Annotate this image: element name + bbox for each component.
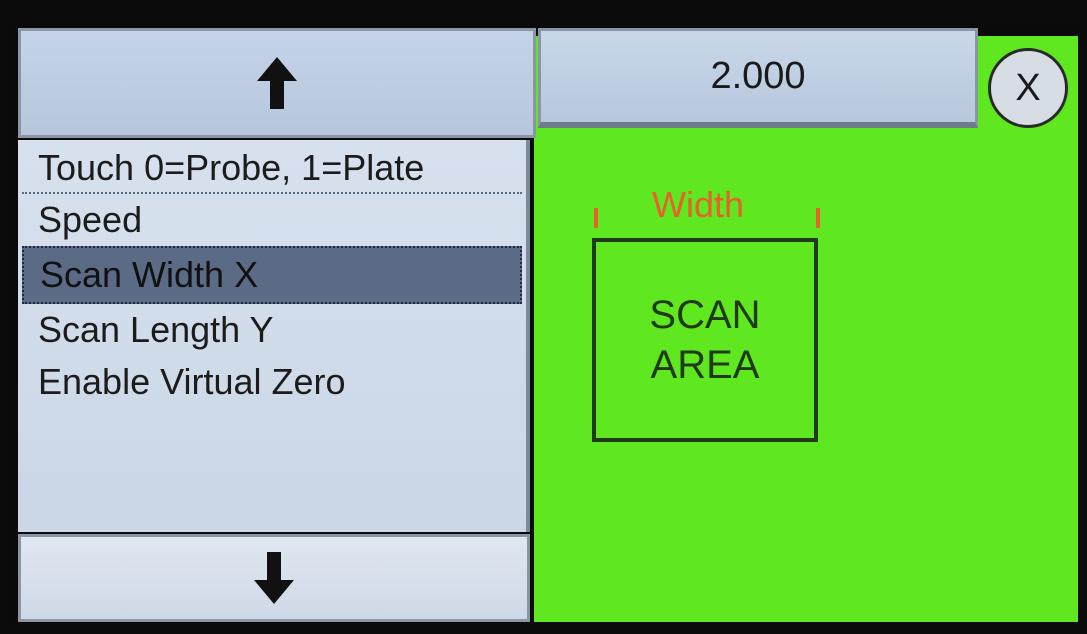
menu-item-enable-virtual-zero[interactable]: Enable Virtual Zero	[22, 356, 522, 408]
menu-item-scan-length-y[interactable]: Scan Length Y	[22, 304, 522, 356]
arrow-down-icon	[254, 552, 294, 604]
touch-screen: 2.000 X Touch 0=Probe, 1=Plate Speed Sca…	[10, 22, 1078, 622]
menu-item-speed[interactable]: Speed	[22, 194, 522, 246]
scroll-up-button[interactable]	[18, 28, 536, 138]
close-icon: X	[1015, 66, 1041, 109]
scan-area-box: SCAN AREA	[592, 238, 818, 442]
scan-area-line1: SCAN	[649, 293, 761, 337]
close-button[interactable]: X	[988, 48, 1068, 128]
value-text: 2.000	[710, 55, 806, 97]
width-label: Width	[651, 184, 745, 225]
menu-item-scan-width-x[interactable]: Scan Width X	[22, 246, 522, 304]
width-tick-left	[594, 208, 598, 228]
arrow-up-icon	[257, 57, 297, 109]
settings-menu: Touch 0=Probe, 1=Plate Speed Scan Width …	[18, 140, 530, 532]
menu-item-touch[interactable]: Touch 0=Probe, 1=Plate	[22, 144, 522, 194]
scan-area-line2: AREA	[650, 343, 760, 387]
scroll-down-button[interactable]	[18, 534, 530, 622]
width-tick-right	[816, 208, 820, 228]
value-display[interactable]: 2.000	[538, 28, 978, 128]
